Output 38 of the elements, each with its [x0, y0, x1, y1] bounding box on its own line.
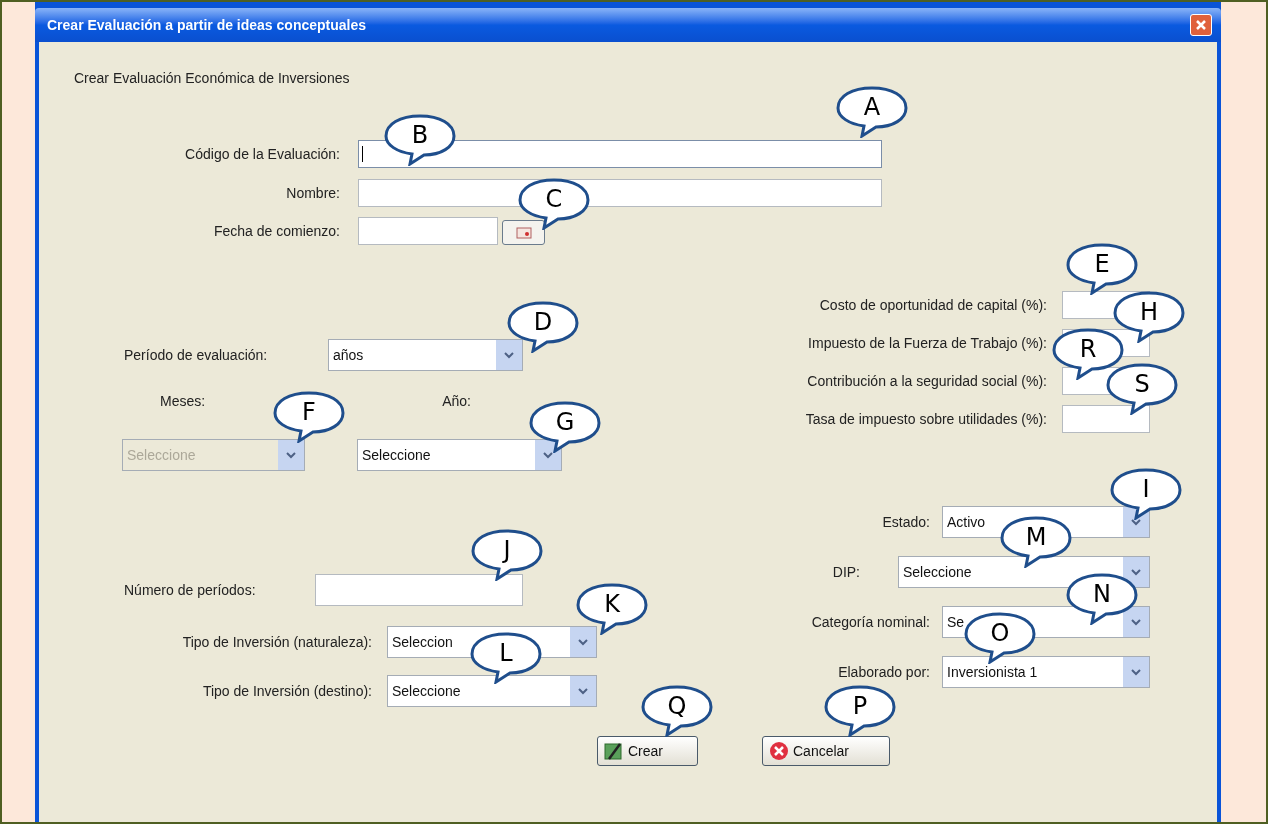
field-label: DIP: — [832, 562, 860, 582]
callout-tooltip: G — [529, 401, 601, 453]
field-label: Nombre: — [285, 183, 340, 203]
field-label: Impuesto de la Fuerza de Trabajo (%): — [808, 333, 1047, 353]
callout-tooltip: L — [470, 632, 542, 684]
field-label: Tipo de Inversión (destino): — [201, 681, 372, 701]
callout-tooltip: R — [1052, 328, 1124, 380]
field-label: Meses: — [160, 392, 206, 411]
field-label: Código de la Evaluación: — [184, 144, 340, 164]
field-label: Estado: — [882, 512, 930, 532]
callout-tooltip: K — [576, 583, 648, 635]
field-label: Contribución a la seguridad social (%): — [807, 371, 1047, 391]
callout-tooltip: F — [273, 391, 345, 443]
callout-tooltip: I — [1110, 468, 1182, 520]
callout-tooltip: D — [507, 301, 579, 353]
callout-tooltip: M — [1000, 516, 1072, 568]
callout-tooltip: A — [836, 86, 908, 138]
form-heading: Crear Evaluación Económica de Inversiones — [74, 69, 351, 88]
field-label: Fecha de comienzo: — [212, 221, 340, 241]
field-label: Número de períodos: — [124, 580, 257, 600]
field-label: Tipo de Inversión (naturaleza): — [181, 632, 372, 652]
callout-tooltip: O — [964, 612, 1036, 664]
field-label: Categoría nominal: — [811, 612, 930, 632]
callout-tooltip: C — [518, 178, 590, 230]
callout-tooltip: J — [471, 529, 543, 581]
callout-tooltip: S — [1106, 363, 1178, 415]
callout-tooltip: Q — [641, 685, 713, 737]
field-label: Período de evaluación: — [124, 345, 269, 365]
field-label: Elaborado por: — [838, 662, 930, 682]
window-title: Crear Evaluación a partir de ideas conceptuales — [47, 15, 367, 35]
callout-tooltip: E — [1066, 243, 1138, 295]
callout-tooltip: H — [1113, 291, 1185, 343]
callout-tooltip: P — [824, 685, 896, 737]
callout-tooltip: N — [1066, 573, 1138, 625]
callout-tooltip: B — [384, 114, 456, 166]
field-label: Año: — [442, 392, 471, 411]
field-label: Costo de oportunidad de capital (%): — [819, 295, 1047, 315]
field-label: Tasa de impuesto sobre utilidades (%): — [805, 409, 1047, 429]
